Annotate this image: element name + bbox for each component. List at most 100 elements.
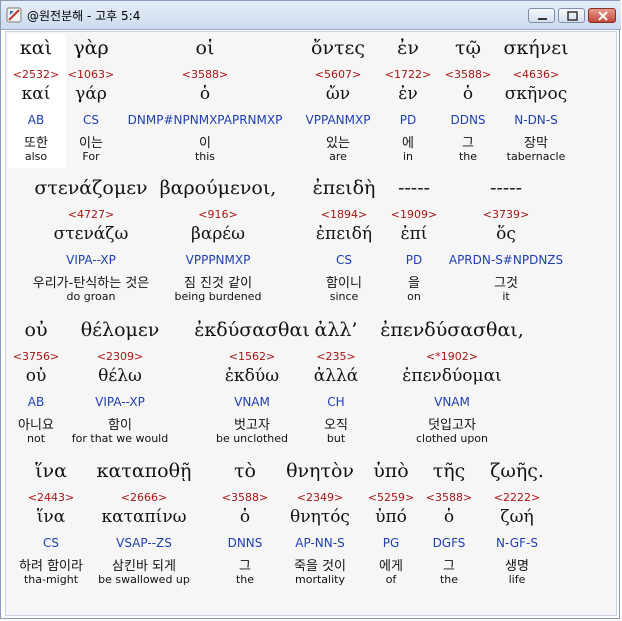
word-strong: <916> [198, 208, 238, 221]
word-strong: <5259> [367, 491, 415, 504]
word-lemma: γάρ [75, 84, 107, 104]
word-greek: ἐκδύσασθαι [194, 319, 310, 341]
word-parsing: CS [83, 113, 99, 127]
word-greek: τῆς [432, 460, 466, 482]
word-parsing: PG [382, 536, 400, 550]
word-greek: ἐπειδὴ [312, 177, 376, 199]
word-korean: 그 [462, 136, 474, 151]
word-parsing: N-DN-S [514, 113, 558, 127]
word-lemma: καί [21, 84, 51, 104]
word-lemma: οὐ [25, 366, 47, 386]
word-parsing: VPPANMXP [305, 113, 371, 127]
word-greek: οἱ [195, 37, 215, 59]
word-parsing: VPPPNMXP [185, 253, 251, 267]
word-english: be swallowed up [98, 573, 190, 586]
word-greek: ὄντες [311, 37, 365, 59]
word-korean: 짐 진것 같이 [183, 276, 253, 291]
minimize-button[interactable] [528, 8, 555, 23]
word-greek: οὐ [24, 319, 48, 341]
word-greek: θνητὸν [286, 460, 354, 482]
word-english: mortality [295, 573, 345, 586]
maximize-button[interactable] [558, 8, 585, 23]
word-greek: σκήνει [503, 37, 569, 59]
word-lemma: ἐπειδή [315, 224, 373, 244]
word-korean: 생명 [505, 559, 529, 574]
word-english: also [24, 150, 48, 163]
word-strong: <1909> [390, 208, 438, 221]
word-lemma: ἐπενδύομαι [402, 366, 502, 386]
word-greek: ἵνα [35, 460, 67, 482]
word-english: of [385, 573, 397, 586]
title-bar[interactable]: @원전분해 - 고후 5:4 [1, 1, 621, 30]
word-korean: 함이니 [326, 276, 362, 291]
word-english: on [407, 290, 421, 303]
word-strong: <3588> [425, 491, 473, 504]
word-lemma: ὁ [462, 84, 474, 104]
word-korean: 하려 함이라 [19, 559, 83, 574]
word-parsing: DDNS [450, 113, 486, 127]
word-parsing: CH [327, 395, 345, 409]
window-title: @원전분해 - 고후 5:4 [27, 9, 141, 23]
word-lemma: βαρέω [191, 224, 245, 244]
word-parsing: CS [43, 536, 59, 550]
word-lemma: καταπίνω [101, 507, 187, 527]
close-icon [598, 11, 608, 21]
word-lemma: ὁ [443, 507, 455, 527]
word-lemma: ἐπί [400, 224, 428, 244]
word-korean: 덧입고자 [428, 418, 476, 433]
word-parsing: CS [336, 253, 352, 267]
word-parsing: AP-NN-S [295, 536, 345, 550]
word-korean: 함이 [108, 418, 132, 433]
word-strong: <2443> [27, 491, 75, 504]
word-korean: 있는 [326, 136, 350, 151]
word-korean: 에게 [379, 559, 403, 574]
word-lemma: σκῆνος [504, 84, 568, 104]
word-parsing: DNNS [227, 536, 263, 550]
word-strong: <4636> [512, 68, 560, 81]
word-english: the [458, 150, 478, 163]
word-korean: 그 [239, 559, 251, 574]
word-english: this [194, 150, 216, 163]
word-parsing: DGFS [432, 536, 466, 550]
word-parsing: APRDN-S#NPDNZS [448, 253, 564, 267]
word-lemma: θνητός [290, 507, 350, 527]
word-lemma: ὑπό [375, 507, 407, 527]
app-window: @원전분해 - 고후 5:4 καὶ <2532> καί AB 또한 also γὰρ <1… [0, 0, 621, 619]
word-strong: <3756> [12, 350, 60, 363]
word-english: for that we would [71, 432, 169, 445]
word-greek: ζωῆς. [490, 460, 544, 482]
word-strong: <3588> [444, 68, 492, 81]
word-english: life [508, 573, 526, 586]
word-strong: <2222> [493, 491, 541, 504]
word-lemma: ὁ [199, 84, 211, 104]
word-greek: καταποθῇ [96, 460, 192, 482]
word-lemma: ζωή [500, 507, 534, 527]
word-lemma: ὁ [239, 507, 251, 527]
word-english: in [402, 150, 414, 163]
word-strong: <2532> [12, 68, 60, 81]
close-button[interactable] [588, 8, 616, 23]
word-english: are [329, 150, 347, 163]
word-korean: 그것 [494, 276, 518, 291]
word-strong: <*1902> [426, 350, 478, 363]
word-parsing: VIPA--XP [66, 253, 116, 267]
word-english: For [82, 150, 100, 163]
word-parsing: N-GF-S [496, 536, 538, 550]
word-english: be unclothed [215, 432, 289, 445]
word-strong: <3739> [482, 208, 530, 221]
word-english: do groan [66, 290, 116, 303]
word-parsing: AB [27, 395, 45, 409]
word-parsing: VNAM [434, 395, 470, 409]
word-english: the [439, 573, 459, 586]
word-lemma: θέλω [98, 366, 142, 386]
word-english: the [235, 573, 255, 586]
word-greek: ----- [489, 177, 523, 199]
word-greek: γὰρ [73, 37, 109, 59]
word-strong: <1722> [384, 68, 432, 81]
word-strong: <5607> [314, 68, 362, 81]
word-strong: <1562> [228, 350, 276, 363]
interlinear-panel[interactable]: καὶ <2532> καί AB 또한 also γὰρ <1063> γάρ CS 이는 For ο… [5, 31, 617, 616]
word-lemma: ἵνα [36, 507, 66, 527]
word-greek: ----- [397, 177, 431, 199]
word-parsing: AB [27, 113, 45, 127]
